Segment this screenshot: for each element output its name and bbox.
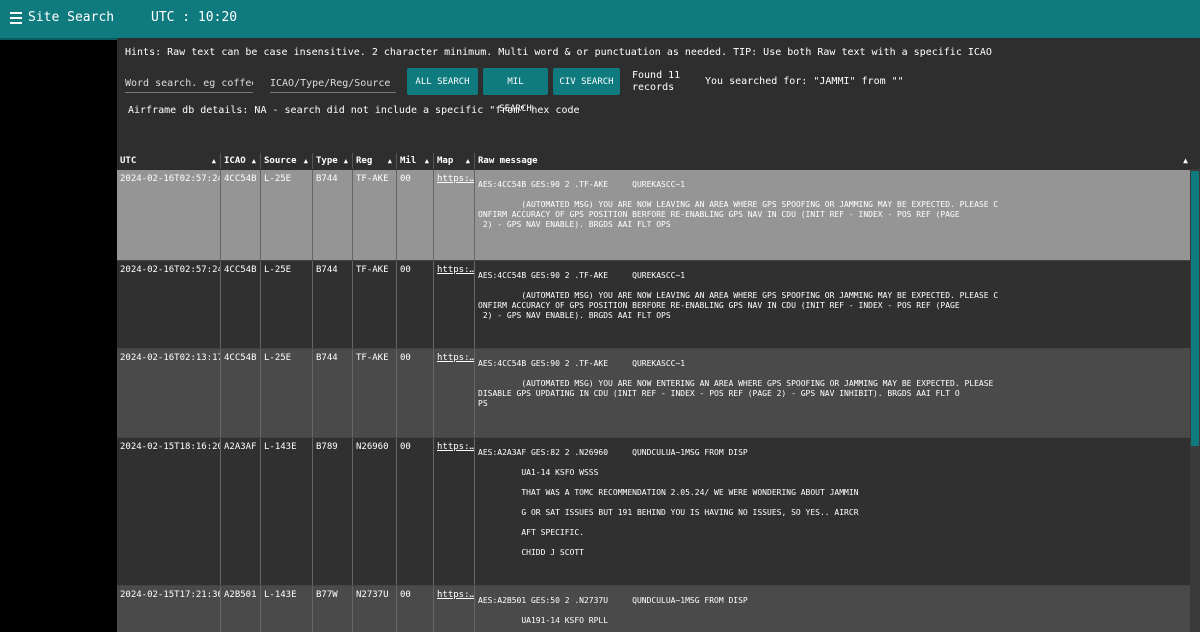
hamburger-menu-icon[interactable] [10,12,22,27]
source-cell: L-25E [261,261,313,348]
col-map[interactable]: Map ▲ [434,153,475,169]
airframe-details: Airframe db details: NA - search did not… [128,105,580,116]
site-title[interactable]: Site Search [28,10,114,25]
scroll-up-arrow-icon[interactable]: ▲ [1183,153,1188,169]
icao-cell: A2A3AF [221,438,261,585]
word-search-input[interactable] [125,74,253,93]
col-icao-label: ICAO [224,156,246,166]
col-utc-label: UTC [120,156,137,166]
found-records-count: Found 11 records [632,70,681,93]
col-reg-label: Reg [356,156,373,166]
top-bar: Site Search UTC : 10:20 [0,0,1200,40]
table-header: UTC ▲ ICAO ▲ Source ▲ Type ▲ Reg ▲ Mil ▲ [117,153,1190,169]
scrollbar[interactable] [1190,169,1200,632]
sort-up-icon[interactable]: ▲ [304,153,308,169]
type-cell: B744 [313,170,353,260]
sort-up-icon[interactable]: ▲ [252,153,256,169]
icao-type-reg-source-input[interactable] [270,74,396,93]
col-mil[interactable]: Mil ▲ [397,153,434,169]
civ-search-button[interactable]: CIV SEARCH [553,68,620,95]
table-row[interactable]: 2024-02-16T02:13:17… 4CC54B L-25E B744 T… [117,349,1190,438]
col-map-label: Map [437,156,454,166]
table-row[interactable]: 2024-02-16T02:57:24… 4CC54B L-25E B744 T… [117,261,1190,349]
icao-cell: 4CC54B [221,349,261,437]
sort-up-icon[interactable]: ▲ [388,153,392,169]
raw-message-cell: AES:4CC54B GES:90 2 .TF-AKE QUREKASCC~1 … [478,180,999,229]
map-link[interactable]: https:… [437,590,474,600]
col-raw-message[interactable]: Raw message [475,153,1190,169]
map-cell: https:… [434,438,475,585]
mil-cell: 00 [397,349,434,437]
type-cell: B789 [313,438,353,585]
raw-message-cell: AES:4CC54B GES:90 2 .TF-AKE QUREKASCC~1 … [478,359,994,408]
all-search-button[interactable]: ALL SEARCH [407,68,478,95]
icao-cell: 4CC54B [221,170,261,260]
results-table: UTC ▲ ICAO ▲ Source ▲ Type ▲ Reg ▲ Mil ▲ [117,153,1200,632]
scrollbar-thumb[interactable] [1191,171,1199,446]
reg-cell: TF-AKE [353,261,397,348]
col-utc[interactable]: UTC ▲ [117,153,221,169]
icao-cell: 4CC54B [221,261,261,348]
table-body: 2024-02-16T02:57:24… 4CC54B L-25E B744 T… [117,170,1190,632]
col-raw-message-label: Raw message [478,156,538,166]
reg-cell: N26960 [353,438,397,585]
type-cell: B77W [313,586,353,632]
source-cell: L-25E [261,170,313,260]
sort-up-icon[interactable]: ▲ [344,153,348,169]
col-type-label: Type [316,156,338,166]
icao-cell: A2B501 [221,586,261,632]
source-cell: L-25E [261,349,313,437]
searched-for-text: You searched for: "JAMMI" from "" [705,76,904,87]
source-cell: L-143E [261,438,313,585]
table-row[interactable]: 2024-02-16T02:57:24… 4CC54B L-25E B744 T… [117,170,1190,261]
hints-text: Hints: Raw text can be case insensitive.… [125,47,992,58]
raw-message-cell: AES:A2B501 GES:50 2 .N2737U QUNDCULUA~1M… [478,596,748,625]
utc-clock: UTC : 10:20 [151,10,238,25]
utc-cell: 2024-02-15T18:16:20… [117,438,221,585]
raw-message-cell: AES:A2A3AF GES:82 2 .N26960 QUNDCULUA~1M… [478,448,859,557]
col-type[interactable]: Type ▲ [313,153,353,169]
table-row[interactable]: 2024-02-15T18:16:20… A2A3AF L-143E B789 … [117,438,1190,586]
map-cell: https:… [434,261,475,348]
utc-cell: 2024-02-16T02:13:17… [117,349,221,437]
mil-cell: 00 [397,170,434,260]
col-source-label: Source [264,156,297,166]
map-cell: https:… [434,349,475,437]
reg-cell: TF-AKE [353,170,397,260]
raw-message-cell: AES:4CC54B GES:90 2 .TF-AKE QUREKASCC~1 … [478,271,999,320]
sort-up-icon[interactable]: ▲ [425,153,429,169]
mil-cell: 00 [397,438,434,585]
table-row[interactable]: 2024-02-15T17:21:36… A2B501 L-143E B77W … [117,586,1190,632]
sort-up-icon[interactable]: ▲ [466,153,470,169]
map-cell: https:… [434,170,475,260]
reg-cell: TF-AKE [353,349,397,437]
mil-search-button[interactable]: MIL SEARCH [483,68,548,114]
utc-cell: 2024-02-16T02:57:24… [117,170,221,260]
utc-cell: 2024-02-16T02:57:24… [117,261,221,348]
type-cell: B744 [313,261,353,348]
col-reg[interactable]: Reg ▲ [353,153,397,169]
map-link[interactable]: https:… [437,442,474,452]
mil-cell: 00 [397,261,434,348]
type-cell: B744 [313,349,353,437]
map-link[interactable]: https:… [437,265,474,275]
source-cell: L-143E [261,586,313,632]
utc-cell: 2024-02-15T17:21:36… [117,586,221,632]
map-link[interactable]: https:… [437,353,474,363]
col-source[interactable]: Source ▲ [261,153,313,169]
mil-cell: 00 [397,586,434,632]
search-panel: Hints: Raw text can be case insensitive.… [117,38,1200,632]
map-cell: https:… [434,586,475,632]
map-link[interactable]: https:… [437,174,474,184]
reg-cell: N2737U [353,586,397,632]
col-icao[interactable]: ICAO ▲ [221,153,261,169]
sort-up-icon[interactable]: ▲ [212,153,216,169]
col-mil-label: Mil [400,156,417,166]
